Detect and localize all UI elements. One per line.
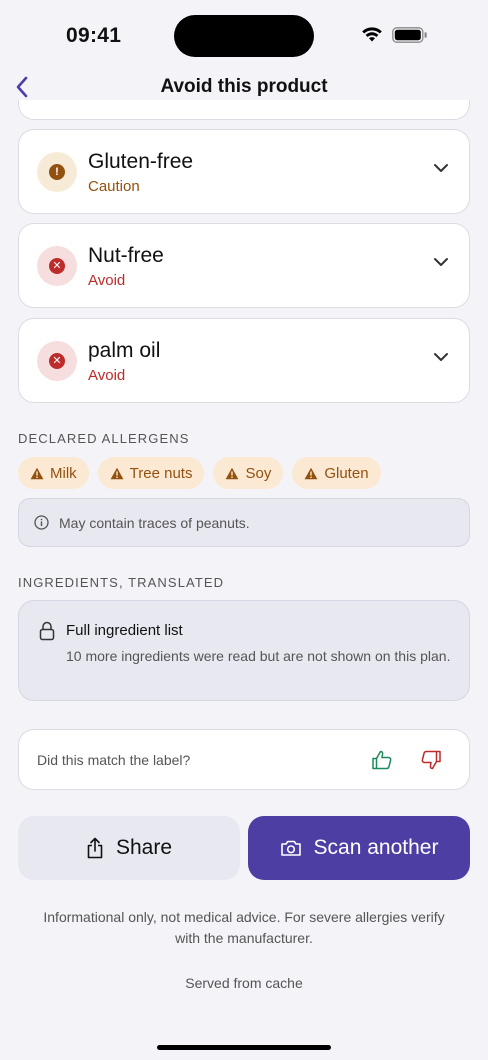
chevron-down-icon [434,164,448,172]
warning-icon [226,467,239,479]
feedback-card: Did this match the label? [18,729,470,790]
lock-text: 10 more ingredients were read but are no… [66,648,451,664]
thumbs-up-button[interactable] [367,745,397,775]
notice-text: May contain traces of peanuts. [59,515,250,531]
chip-label: Tree nuts [129,464,193,482]
lock-title: Full ingredient list [66,622,183,639]
allergen-chip: Milk [18,457,89,489]
dietary-check-card-gluten-free[interactable]: ! Gluten-free Caution [18,129,470,214]
avoid-badge: ✕ [37,246,77,286]
battery-icon [392,27,427,43]
card-title: Gluten-free [88,150,194,173]
disclaimer-text: Informational only, not medical advice. … [43,909,445,946]
allergen-chip: Gluten [292,457,381,489]
card-title: Nut-free [88,244,164,267]
chip-label: Milk [50,464,77,482]
section-label-ingredients: INGREDIENTS, TRANSLATED [18,575,225,590]
card-status: Caution [88,178,140,195]
warning-icon [304,467,318,479]
status-time: 09:41 [66,24,122,47]
thumbs-down-icon [421,750,441,770]
info-icon [34,515,49,530]
dynamic-island [174,15,314,57]
thumbs-down-button[interactable] [416,745,446,775]
status-bar: 09:41 [0,0,488,72]
avoid-badge: ✕ [37,341,77,381]
warning-icon [110,467,124,479]
section-label-allergens: DECLARED ALLERGENS [18,431,190,446]
card-status: Avoid [88,272,126,289]
trace-notice: May contain traces of peanuts. [18,498,470,547]
exclamation-icon: ! [49,164,65,180]
page-title: Avoid this product [160,76,328,97]
dietary-check-card-palm-oil[interactable]: ✕ palm oil Avoid [18,318,470,403]
locked-ingredient-list: Full ingredient list 10 more ingredients… [18,600,470,701]
chevron-down-icon [434,353,448,361]
allergen-chip: Tree nuts [97,457,205,489]
share-button[interactable]: Share [18,816,240,880]
scan-another-label: Scan another [313,836,439,859]
x-icon: ✕ [49,353,65,369]
chip-label: Soy [245,464,272,482]
share-label: Share [115,836,173,859]
caution-badge: ! [37,152,77,192]
x-icon: ✕ [49,258,65,274]
cache-note: Served from cache [185,975,303,991]
thumbs-up-icon [372,750,392,770]
previous-card-edge [18,100,470,120]
share-icon [87,837,103,859]
dietary-check-card-nut-free[interactable]: ✕ Nut-free Avoid [18,223,470,308]
card-title: palm oil [88,339,161,362]
card-status: Avoid [88,367,126,384]
chip-label: Gluten [324,464,369,482]
home-indicator [157,1045,331,1050]
scan-another-button[interactable]: Scan another [248,816,470,880]
warning-icon [30,467,44,479]
wifi-icon [362,27,382,42]
camera-icon [280,840,301,856]
chevron-down-icon [434,258,448,266]
lock-icon [39,621,55,641]
feedback-question: Did this match the label? [37,752,191,768]
allergen-chip: Soy [213,457,284,489]
allergen-chips: Milk Tree nuts Soy Gluten [18,457,381,489]
